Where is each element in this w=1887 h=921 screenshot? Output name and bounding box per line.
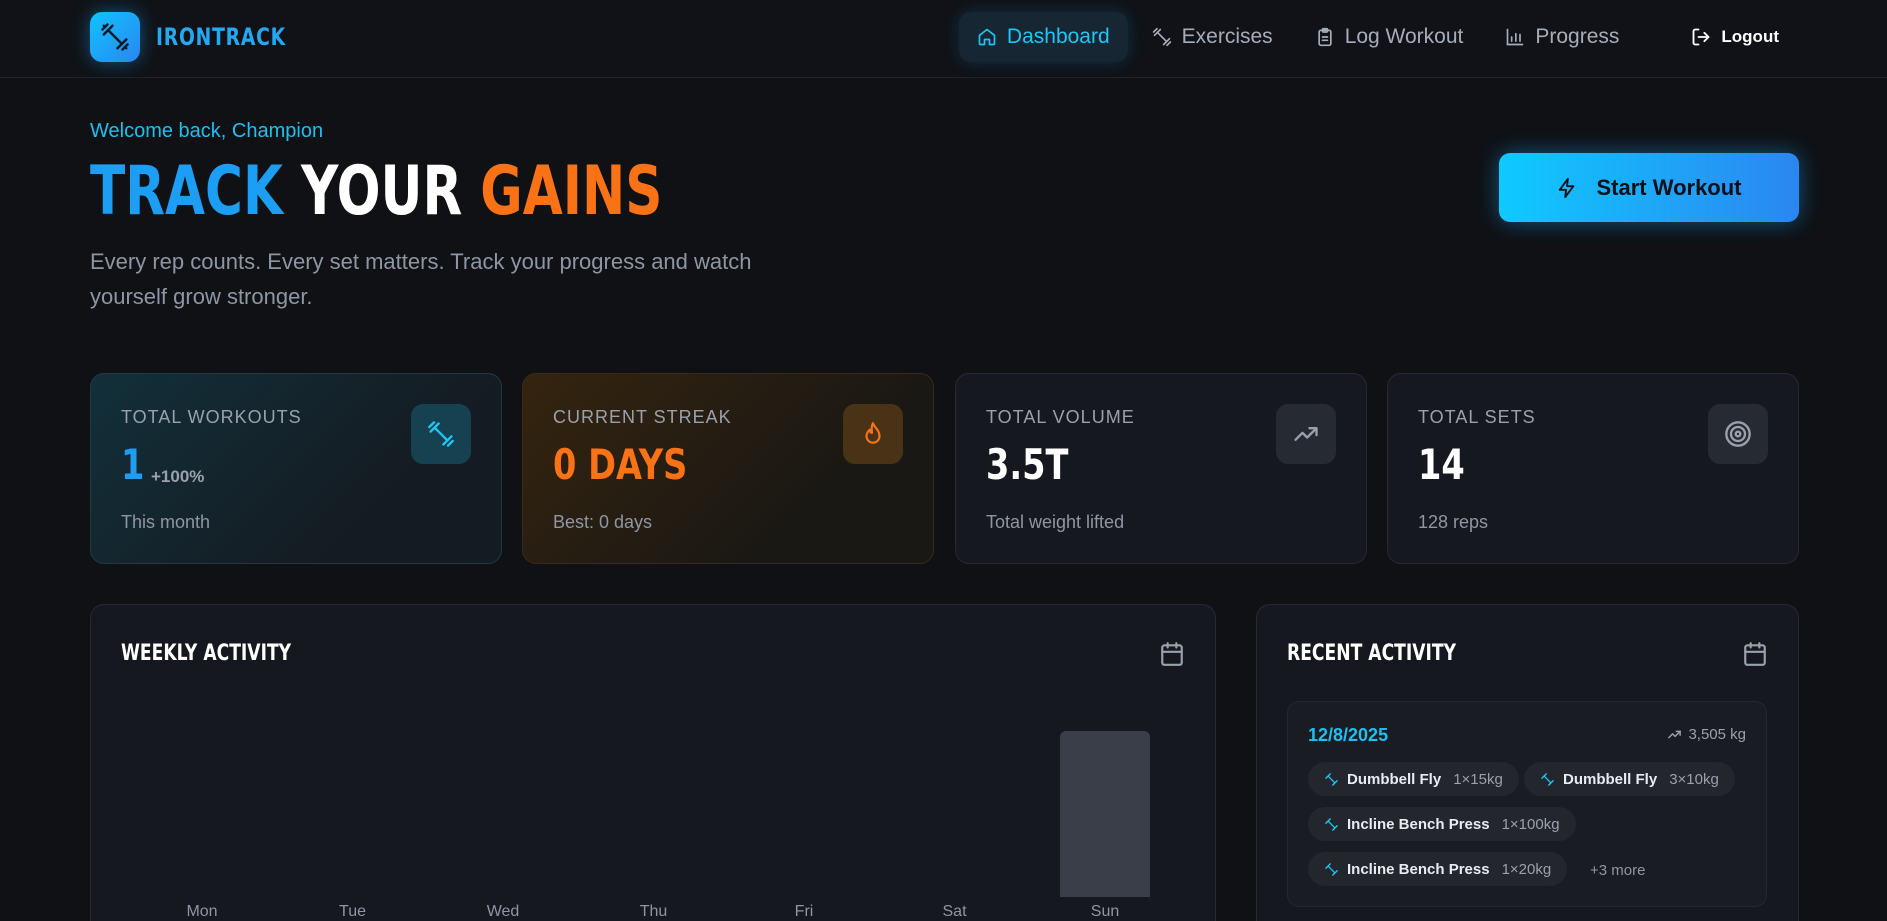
brand[interactable]: IRONTRACK (90, 12, 323, 62)
chart-tick-label: Tue (339, 903, 366, 920)
top-navbar: IRONTRACK Dashboard Exercises Log Workou… (0, 0, 1887, 78)
stat-value: 14 (1418, 440, 1465, 489)
dumbbell-icon (1325, 817, 1338, 831)
start-workout-label: Start Workout (1596, 174, 1742, 200)
chart-tick-label: Mon (186, 903, 218, 920)
exercise-chip[interactable]: Incline Bench Press 1×20kg (1308, 852, 1568, 886)
stat-sub: Best: 0 days (553, 512, 653, 532)
exercise-sets: 1×100kg (1501, 815, 1560, 833)
exercise-chip[interactable]: Dumbbell Fly 1×15kg (1308, 762, 1519, 796)
exercise-sets: 3×10kg (1669, 770, 1719, 788)
title-word: GAINS (480, 152, 663, 231)
panel-title: RECENT ACTIVITY (1287, 641, 1457, 666)
nav-menu: Dashboard Exercises Log Workout Progress… (953, 12, 1797, 62)
hero-subtitle: Every rep counts. Every set matters. Tra… (90, 249, 752, 309)
nav-item-label: Log Workout (1344, 25, 1464, 48)
more-exercises-link[interactable]: +3 more (1590, 862, 1645, 879)
stat-value: 3.5T (986, 440, 1069, 489)
stat-sub: Total weight lifted (986, 512, 1125, 532)
exercise-name: Dumbbell Fly (1347, 770, 1442, 788)
nav-item-log-workout[interactable]: Log Workout (1297, 12, 1482, 62)
calendar-icon[interactable] (1742, 641, 1768, 667)
stat-value: 1 (121, 440, 144, 489)
panel-title: WEEKLY ACTIVITY (121, 641, 292, 666)
stat-value: 0 DAYS (553, 440, 688, 489)
exercise-name: Dumbbell Fly (1563, 770, 1658, 788)
exercise-name: Incline Bench Press (1347, 815, 1490, 833)
page-title: TRACK YOUR GAINS (90, 152, 662, 232)
trending-up-icon (1668, 730, 1682, 739)
dumbbell-icon (411, 404, 471, 464)
welcome-text: Welcome back, Champion (90, 120, 324, 142)
chart-tick-label: Thu (639, 903, 668, 920)
title-word: TRACK (90, 152, 284, 231)
nav-item-exercises[interactable]: Exercises (1134, 12, 1291, 62)
activity-volume-value: 3,505 kg (1688, 726, 1746, 743)
lightning-icon (1559, 177, 1575, 198)
start-workout-button[interactable]: Start Workout (1499, 153, 1799, 222)
chart-tick-label: Sat (942, 903, 967, 920)
bar-chart-icon (1507, 28, 1524, 46)
dumbbell-icon (1325, 862, 1338, 876)
stat-label: CURRENT STREAK (553, 407, 732, 427)
weekly-activity-panel: WEEKLY ACTIVITY (90, 604, 1216, 921)
chart-tick-label: Sun (1090, 903, 1120, 920)
stat-sub: 128 reps (1418, 512, 1489, 532)
exercise-chip[interactable]: Incline Bench Press 1×100kg (1308, 807, 1576, 841)
nav-item-progress[interactable]: Progress (1487, 12, 1637, 62)
exercise-name: Incline Bench Press (1347, 860, 1490, 878)
stat-card-total-workouts: TOTAL WORKOUTS 1 +100% This month (90, 373, 502, 564)
target-icon (1708, 404, 1768, 464)
calendar-icon[interactable] (1159, 641, 1185, 667)
exercise-sets: 1×20kg (1501, 860, 1552, 878)
stat-label: TOTAL SETS (1418, 407, 1536, 427)
dumbbell-icon (1325, 772, 1338, 786)
trending-up-icon (1276, 404, 1336, 464)
stat-card-total-sets: TOTAL SETS 14 128 reps (1387, 373, 1799, 564)
chart-bar (1060, 731, 1150, 897)
activity-entry[interactable]: 12/8/2025 3,505 kg Dumbbell Fly 1×15kg D… (1287, 701, 1767, 907)
nav-item-dashboard[interactable]: Dashboard (958, 12, 1128, 62)
nav-item-label: Progress (1535, 25, 1620, 48)
chart-tick-label: Wed (486, 903, 520, 920)
title-word: YOUR (301, 152, 463, 231)
stat-value-number: 1 (121, 440, 145, 489)
stat-delta: +100% (151, 467, 205, 486)
dumbbell-icon (90, 12, 140, 62)
brand-name: IRONTRACK (156, 23, 286, 51)
clipboard-icon (1318, 27, 1332, 47)
stat-label: TOTAL VOLUME (986, 407, 1135, 427)
logout-icon (1692, 28, 1710, 46)
stat-card-total-volume: TOTAL VOLUME 3.5T Total weight lifted (955, 373, 1367, 564)
exercise-chip[interactable]: Dumbbell Fly 3×10kg (1524, 762, 1735, 796)
stat-card-current-streak: CURRENT STREAK 0 DAYS Best: 0 days (522, 373, 934, 564)
dumbbell-icon (1152, 27, 1171, 47)
flame-icon (843, 404, 903, 464)
nav-item-label: Dashboard (1006, 25, 1110, 48)
activity-date: 12/8/2025 (1308, 725, 1389, 745)
stat-sub: This month (121, 512, 211, 532)
home-icon (978, 28, 996, 46)
chart-tick-label: Fri (794, 903, 814, 920)
logout-button[interactable]: Logout (1673, 12, 1797, 62)
activity-volume: 3,505 kg (1667, 726, 1746, 743)
stat-label: TOTAL WORKOUTS (121, 407, 302, 427)
logout-label: Logout (1721, 27, 1779, 46)
nav-item-label: Exercises (1181, 25, 1273, 48)
exercise-sets: 1×15kg (1453, 770, 1503, 788)
dumbbell-icon (1541, 772, 1554, 786)
